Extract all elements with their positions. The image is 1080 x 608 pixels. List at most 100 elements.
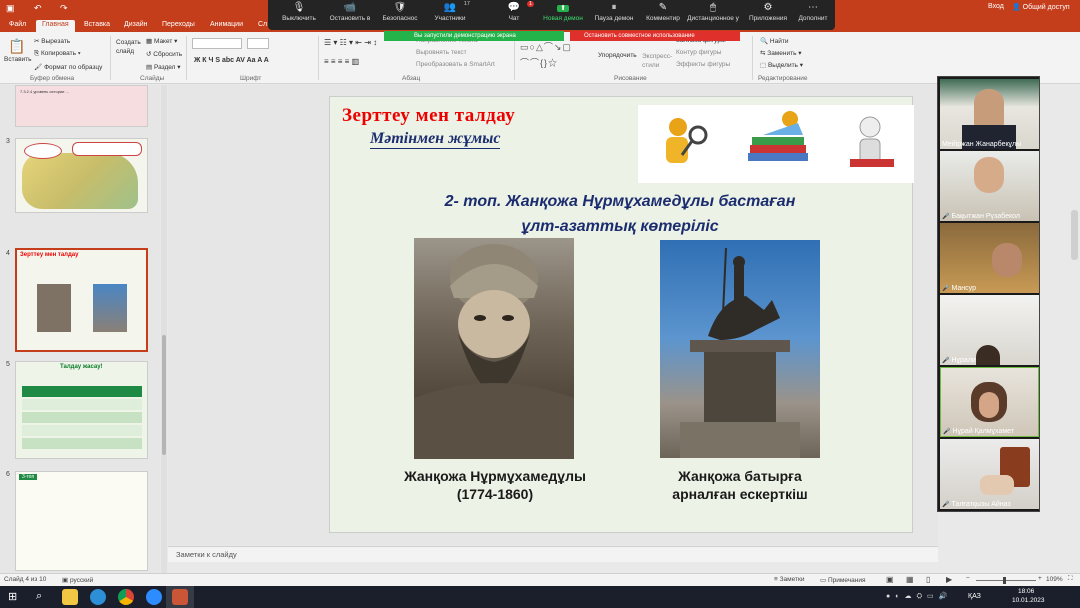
- portrait-drawing: [414, 244, 574, 459]
- slide-thumbnail-2[interactable]: 7.3.2.4 уровень истории ...: [15, 85, 148, 127]
- system-tray-icons[interactable]: ●◐☁⛭▭🔊: [886, 592, 952, 601]
- normal-view-icon[interactable]: ▣: [886, 575, 894, 584]
- font-name-input[interactable]: [192, 38, 242, 49]
- share-button[interactable]: 👤 Общий доступ: [1012, 3, 1070, 11]
- portrait-caption-years: (1774-1860): [456, 486, 534, 502]
- clock-date[interactable]: 10.01.2023: [1012, 597, 1045, 604]
- notes-toggle[interactable]: ≡ Заметки: [774, 576, 804, 583]
- search-icon[interactable]: ⌕: [36, 590, 42, 603]
- comments-toggle[interactable]: ▭ Примечания: [820, 576, 865, 584]
- replace-button[interactable]: ⇆ Заменить ▾: [760, 49, 802, 57]
- scrollbar-thumb[interactable]: [162, 335, 166, 455]
- zoom-slider-handle[interactable]: [1003, 577, 1006, 584]
- participant-video: [974, 157, 1004, 193]
- copy-button[interactable]: ⎘ Копировать ▾: [34, 50, 81, 58]
- reset-button[interactable]: ↺ Сбросить: [146, 50, 182, 58]
- tab-transitions[interactable]: Переходы: [156, 20, 201, 32]
- find-label: Найти: [769, 38, 789, 45]
- format-painter-button[interactable]: 🖌 Формат по образцу: [34, 63, 102, 71]
- slide-thumbnail-3[interactable]: [15, 138, 148, 213]
- participant-tile[interactable]: 🎤 Мансур: [940, 223, 1039, 293]
- page-scrollbar-thumb[interactable]: [1071, 210, 1078, 260]
- zoom-more-button[interactable]: ⋯ Дополнит: [783, 1, 843, 22]
- notes-pane[interactable]: Заметки к слайду: [168, 546, 938, 562]
- create-slide-button[interactable]: Создать слайд: [116, 38, 142, 56]
- table-row: [22, 438, 142, 449]
- windows-start-icon[interactable]: ⊞: [8, 590, 17, 603]
- table-row: [22, 399, 142, 410]
- slideshow-view-icon[interactable]: ▶: [946, 575, 952, 584]
- redo-icon[interactable]: ↷: [60, 3, 68, 14]
- arrange-button[interactable]: Упорядочить: [598, 52, 637, 59]
- slide-thumbnail-5[interactable]: Талдау жасау!: [15, 361, 148, 459]
- monument-caption-line: Жанқожа батырға: [678, 468, 802, 484]
- muted-mic-icon: 🎤: [942, 286, 950, 292]
- chat-label: Чат: [508, 15, 520, 22]
- participant-tile[interactable]: 🎤 Нұрай Қалмұхамет: [940, 367, 1039, 437]
- shapes-gallery-row2[interactable]: ⌒⌒{}☆: [520, 56, 558, 69]
- layout-button[interactable]: ▦ Макет ▾: [146, 37, 177, 45]
- shape-outline-button[interactable]: Контур фигуры: [676, 49, 721, 56]
- font-size-input[interactable]: [247, 38, 269, 49]
- zoom-remote-control-button[interactable]: 🖱 Дистанционное у: [683, 1, 743, 22]
- stop-share-button[interactable]: Остановить совместное использование: [570, 31, 740, 41]
- clock-time[interactable]: 18:06: [1018, 588, 1034, 595]
- smartart-button[interactable]: Преобразовать в SmartArt: [416, 61, 495, 68]
- active-app-highlight: [166, 586, 194, 608]
- zoom-app-icon[interactable]: [146, 589, 162, 605]
- list-buttons[interactable]: ☰ ▾ ☷ ▾ ⇤ ⇥ ↕: [324, 38, 377, 47]
- cut-button[interactable]: ✂ Вырезать: [34, 37, 70, 45]
- zoom-participants-button[interactable]: 👥 17 Участники: [420, 1, 480, 22]
- tab-home[interactable]: Главная: [36, 20, 75, 32]
- more-label: Дополнит: [798, 15, 828, 22]
- zoom-level[interactable]: 109%: [1046, 576, 1063, 583]
- zoom-out-button[interactable]: −: [966, 575, 970, 582]
- tab-animations[interactable]: Анимации: [204, 20, 249, 32]
- participant-tile[interactable]: Мейіржан Жанарбекұлы: [940, 79, 1039, 149]
- table-row: [22, 412, 142, 423]
- signin-link[interactable]: Вход: [988, 3, 1004, 10]
- select-button[interactable]: ⬚ Выделить ▾: [760, 61, 803, 69]
- find-button[interactable]: 🔍 Найти: [760, 37, 788, 45]
- paste-icon[interactable]: 📋: [8, 38, 25, 55]
- align-buttons[interactable]: ≡ ≡ ≡ ≡ ▥: [324, 57, 359, 66]
- fit-slide-icon[interactable]: ⛶: [1068, 575, 1073, 583]
- current-slide[interactable]: Зерттеу мен талдау Мәтінмен жұмыс 2- топ…: [329, 96, 914, 533]
- file-explorer-icon[interactable]: [62, 589, 78, 605]
- language-indicator[interactable]: ▣ русский: [62, 576, 93, 584]
- reading-view-icon[interactable]: ▯: [926, 575, 930, 584]
- save-icon[interactable]: ▣: [6, 3, 15, 14]
- align-text-button[interactable]: Выровнять текст: [416, 49, 467, 56]
- slide-thumbnail-4[interactable]: Зерттеу мен талдау: [15, 248, 148, 352]
- tab-file[interactable]: Файл: [3, 20, 32, 32]
- participant-tile[interactable]: 🎤 Бақытжан Рүзабекол: [940, 151, 1039, 221]
- zoom-in-button[interactable]: +: [1038, 575, 1042, 582]
- shape-effects-button[interactable]: Эффекты фигуры: [676, 61, 730, 68]
- participant-name: 🎤 Талғатқызы Айназ: [942, 501, 1011, 508]
- thumbnails-scrollbar[interactable]: [161, 85, 167, 573]
- participant-name: 🎤 Бақытжан Рүзабекол: [942, 213, 1020, 220]
- input-language[interactable]: ҚАЗ: [968, 593, 981, 600]
- zoom-slider[interactable]: [976, 580, 1036, 581]
- participant-tile[interactable]: 🎤 Талғатқызы Айназ: [940, 439, 1039, 509]
- font-format-buttons[interactable]: Ж К Ч S abc AV Aa A A: [194, 57, 269, 64]
- remote-control-label: Дистанционное у: [687, 15, 739, 22]
- undo-icon[interactable]: ↶: [34, 3, 42, 14]
- participant-tile[interactable]: 🎤 Нұрали: [940, 295, 1039, 365]
- edge-browser-icon[interactable]: [90, 589, 106, 605]
- paste-button[interactable]: Вставить: [4, 56, 32, 63]
- zoom-meeting-toolbar: 🎙 Выключить 📹 Остановить в 🛡 Безопаснос 👥 17 Уча…: [268, 0, 835, 30]
- share-label: Общий доступ: [1022, 4, 1070, 11]
- group-font-label: Шрифт: [240, 75, 262, 82]
- slide-sorter-icon[interactable]: ▦: [906, 575, 914, 584]
- slide-thumbnail-6[interactable]: 3-топ: [15, 471, 148, 571]
- portrait-image[interactable]: [414, 238, 574, 459]
- section-button[interactable]: ▤ Раздел ▾: [146, 63, 181, 71]
- express-styles-button[interactable]: Экспресс-стили: [642, 52, 672, 70]
- stop-video-label: Остановить в: [329, 15, 371, 22]
- monument-image[interactable]: [660, 240, 820, 458]
- chrome-icon[interactable]: [118, 589, 134, 605]
- tab-insert[interactable]: Вставка: [78, 20, 116, 32]
- tab-design[interactable]: Дизайн: [118, 20, 154, 32]
- shapes-gallery[interactable]: ▭○△⌒↘▢: [520, 40, 572, 53]
